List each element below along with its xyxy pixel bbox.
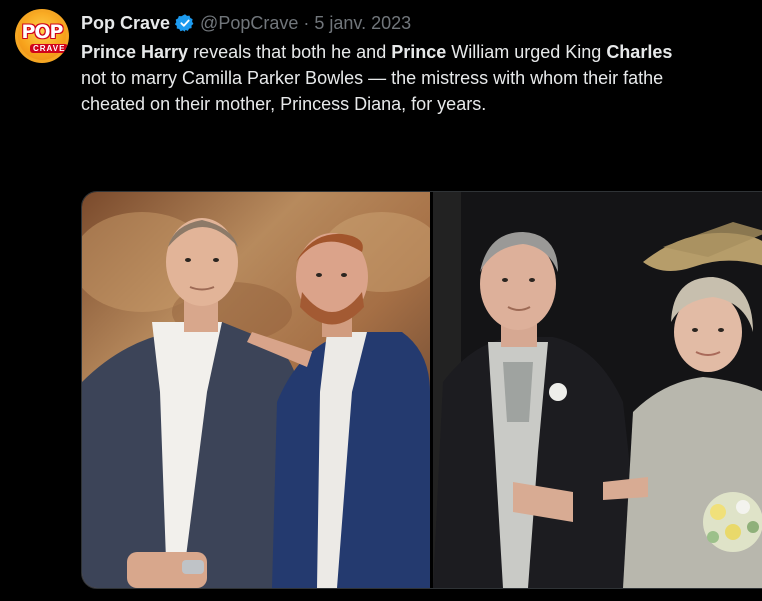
header-separator: · <box>303 12 310 33</box>
tweet-segment: Prince <box>391 42 447 62</box>
tweet-media[interactable] <box>81 191 762 589</box>
account-handle[interactable]: @PopCrave <box>200 13 298 34</box>
tweet-segment: William urged King <box>446 42 607 62</box>
photo-wedding[interactable] <box>433 192 762 588</box>
verified-badge-icon <box>175 14 194 32</box>
avatar-pop-text: POP <box>21 21 63 43</box>
tweet-segment: Prince Harry <box>81 42 189 62</box>
avatar-logo: POP CRAVE <box>18 12 69 60</box>
avatar[interactable]: POP CRAVE <box>15 9 69 63</box>
tweet-line-1: Prince Harry reveals that both he and Pr… <box>81 39 762 65</box>
avatar-crave-text: CRAVE <box>30 44 69 53</box>
display-name[interactable]: Pop Crave <box>81 13 170 34</box>
photo-brothers-illustration <box>82 212 430 588</box>
tweet-line-2: not to marry Camilla Parker Bowles — the… <box>81 68 664 88</box>
tweet-date[interactable]: 5 janv. 2023 <box>314 13 411 34</box>
tweet-header: Pop Crave @PopCrave · 5 janv. 2023 <box>81 11 411 35</box>
tweet-segment: reveals that both he and <box>188 42 392 62</box>
tweet-line-3: cheated on their mother, Princess Diana,… <box>81 94 487 114</box>
tweet-text: Prince Harry reveals that both he and Pr… <box>81 39 762 117</box>
photo-wedding-illustration <box>433 192 762 588</box>
photo-brothers[interactable] <box>82 192 430 588</box>
tweet-segment: Charles <box>606 42 673 62</box>
